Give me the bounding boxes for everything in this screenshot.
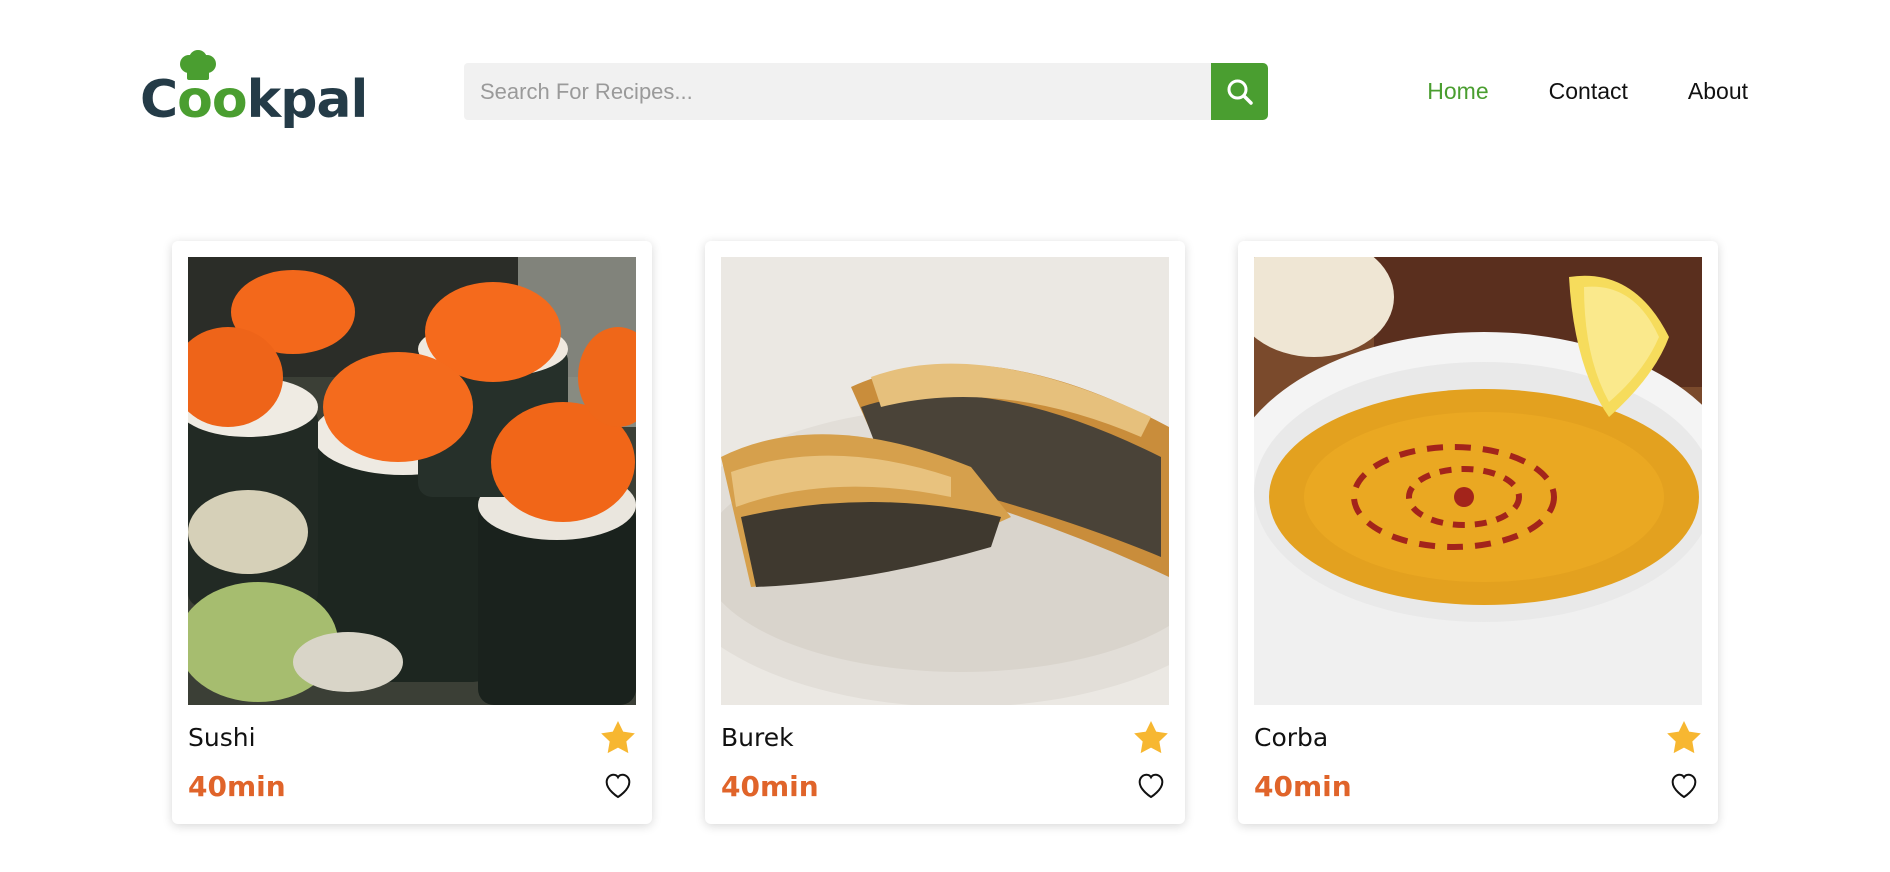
recipe-list: Sushi 40min Burek 40min Corba 40min bbox=[172, 241, 1718, 824]
header: Cookpal Home Contact About bbox=[0, 0, 1890, 190]
heart-icon[interactable] bbox=[602, 769, 634, 801]
logo-text: Cookpal bbox=[140, 70, 368, 130]
recipe-card[interactable]: Corba 40min bbox=[1238, 241, 1718, 824]
nav-home[interactable]: Home bbox=[1427, 78, 1488, 105]
sushi-photo[interactable] bbox=[188, 257, 636, 705]
burek-photo[interactable] bbox=[721, 257, 1169, 705]
star-icon[interactable] bbox=[1131, 718, 1171, 758]
recipe-title: Corba bbox=[1254, 723, 1329, 752]
recipe-time: 40min bbox=[721, 770, 819, 803]
recipe-card[interactable]: Sushi 40min bbox=[172, 241, 652, 824]
star-icon[interactable] bbox=[598, 718, 638, 758]
nav-contact[interactable]: Contact bbox=[1549, 78, 1628, 105]
heart-icon[interactable] bbox=[1668, 769, 1700, 801]
search-bar bbox=[464, 63, 1268, 120]
recipe-time: 40min bbox=[188, 770, 286, 803]
corba-soup-photo[interactable] bbox=[1254, 257, 1702, 705]
search-input[interactable] bbox=[464, 63, 1211, 120]
recipe-card[interactable]: Burek 40min bbox=[705, 241, 1185, 824]
search-icon bbox=[1227, 79, 1253, 105]
recipe-title: Burek bbox=[721, 723, 794, 752]
page: Cookpal Home Contact About bbox=[0, 0, 1890, 872]
search-button[interactable] bbox=[1211, 63, 1268, 120]
nav-about[interactable]: About bbox=[1688, 78, 1748, 105]
recipe-time: 40min bbox=[1254, 770, 1352, 803]
heart-icon[interactable] bbox=[1135, 769, 1167, 801]
star-icon[interactable] bbox=[1664, 718, 1704, 758]
recipe-title: Sushi bbox=[188, 723, 256, 752]
main-nav: Home Contact About bbox=[1427, 78, 1748, 105]
logo[interactable]: Cookpal bbox=[140, 50, 368, 134]
